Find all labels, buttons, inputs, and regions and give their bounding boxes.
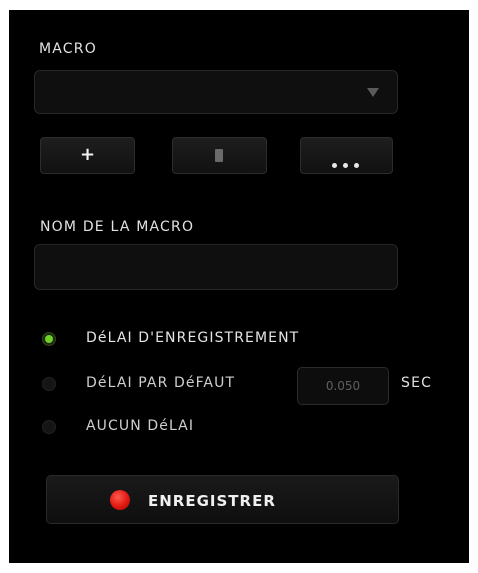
macro-section-label: MACRO — [39, 41, 97, 57]
no-delay-label: AUCUN DéLAI — [86, 418, 195, 434]
add-macro-button[interactable]: + — [40, 137, 135, 174]
record-label: ENREGISTRER — [148, 492, 276, 510]
more-options-button[interactable] — [300, 137, 393, 174]
macro-name-label: NOM DE LA MACRO — [40, 219, 195, 235]
delete-macro-button[interactable] — [172, 137, 267, 174]
macro-select-dropdown[interactable] — [34, 70, 398, 114]
record-dot-icon — [110, 490, 130, 510]
add-macro-label: + — [79, 144, 96, 165]
default-delay-input[interactable] — [297, 367, 389, 405]
ellipsis-icon — [331, 153, 365, 168]
default-delay-label: DéLAI PAR DéFAUT — [86, 375, 236, 391]
radio-no-delay[interactable] — [42, 420, 56, 434]
radio-default-delay[interactable] — [42, 377, 56, 391]
record-button[interactable]: ENREGISTRER — [46, 475, 399, 524]
macro-panel: MACRO + NOM DE LA MACRO DéLAI D'ENREGIST… — [9, 10, 469, 563]
trash-icon — [215, 149, 223, 162]
chevron-down-icon[interactable] — [367, 88, 379, 97]
recorded-delay-label: DéLAI D'ENREGISTREMENT — [86, 330, 300, 346]
macro-name-input[interactable] — [34, 244, 398, 290]
radio-recorded-delay[interactable] — [42, 332, 56, 346]
delay-unit-label: SEC — [401, 375, 433, 391]
